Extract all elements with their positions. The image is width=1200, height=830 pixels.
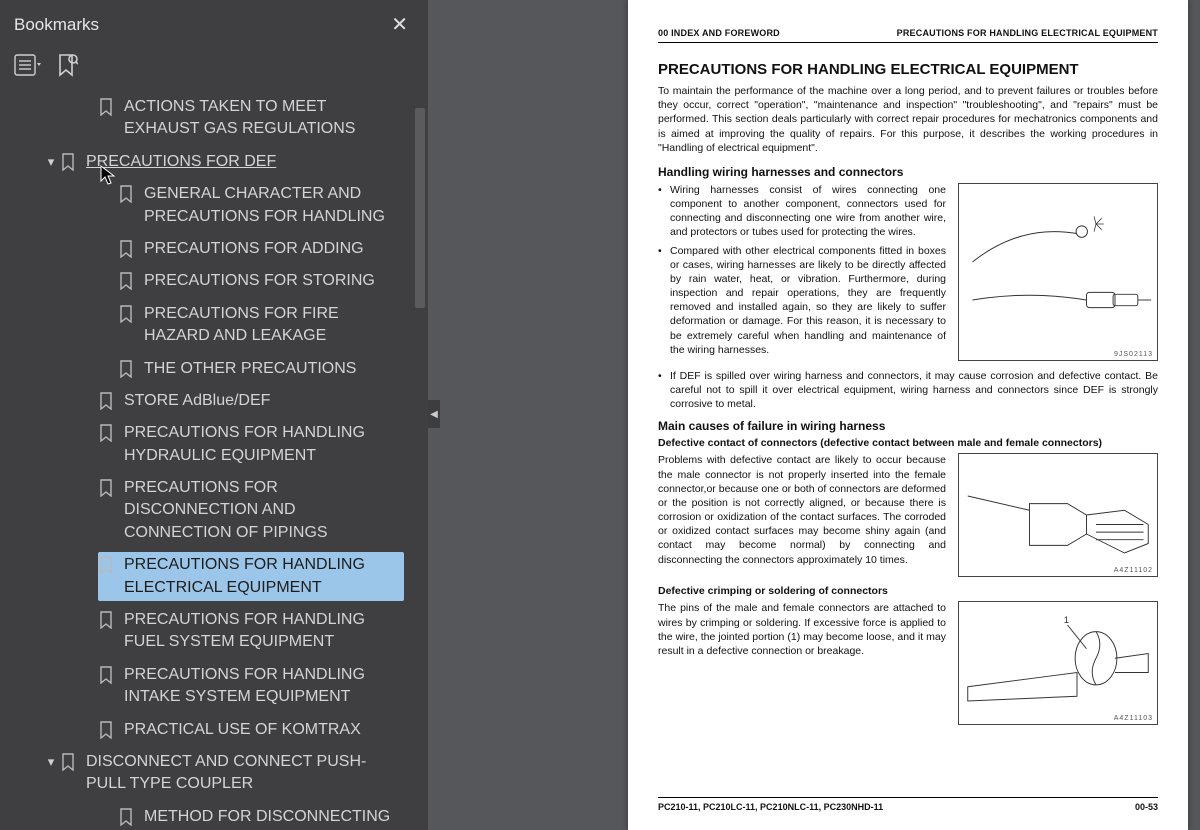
scrollbar-thumb[interactable]	[415, 108, 425, 308]
chevron-down-icon[interactable]: ▾	[42, 153, 60, 171]
bookmark-icon	[60, 753, 76, 773]
bookmark-item[interactable]: ▾ PRECAUTIONS FOR DEF	[0, 146, 428, 178]
collapse-sidebar-button[interactable]: ◀	[428, 400, 440, 428]
body-paragraph: Problems with defective contact are like…	[658, 453, 946, 577]
bookmark-icon	[98, 392, 114, 412]
bookmark-icon	[98, 666, 114, 686]
find-bookmark-icon[interactable]	[56, 53, 78, 77]
bookmark-item[interactable]: PRECAUTIONS FOR HANDLING INTAKE SYSTEM E…	[0, 659, 428, 714]
figure-crimp-icon: 1 A4Z11103	[958, 601, 1158, 725]
bookmark-item[interactable]: PRECAUTIONS FOR HANDLING HYDRAULIC EQUIP…	[0, 417, 428, 472]
bookmark-item[interactable]: PRECAUTIONS FOR STORING	[0, 265, 428, 297]
bookmark-icon	[98, 479, 114, 499]
bookmark-label: PRACTICAL USE OF KOMTRAX	[124, 719, 400, 741]
bookmark-item[interactable]: METHOD FOR DISCONNECTING AND CONNECTING …	[0, 801, 428, 830]
close-icon[interactable]: ✕	[385, 10, 414, 39]
figure-number: A4Z11103	[1114, 715, 1153, 722]
bookmarks-header: Bookmarks ✕	[0, 0, 428, 49]
bookmark-icon	[98, 424, 114, 444]
page-header: 00 INDEX AND FOREWORD PRECAUTIONS FOR HA…	[658, 28, 1158, 43]
bookmark-item[interactable]: STORE AdBlue/DEF	[0, 385, 428, 417]
bookmark-label: PRECAUTIONS FOR DEF	[86, 151, 400, 173]
bookmark-label: PRECAUTIONS FOR HANDLING HYDRAULIC EQUIP…	[124, 422, 400, 467]
bookmark-item[interactable]: ACTIONS TAKEN TO MEET EXHAUST GAS REGULA…	[0, 91, 428, 146]
bookmark-label: THE OTHER PRECAUTIONS	[144, 358, 400, 380]
bullet-item: Wiring harnesses consist of wires connec…	[658, 183, 946, 240]
bookmark-icon	[118, 240, 134, 260]
bookmark-item[interactable]: GENERAL CHARACTER AND PRECAUTIONS FOR HA…	[0, 178, 428, 233]
bookmark-icon	[118, 185, 134, 205]
bookmark-icon	[98, 611, 114, 631]
bullet-item: If DEF is spilled over wiring harness an…	[658, 369, 1158, 412]
page-title: PRECAUTIONS FOR HANDLING ELECTRICAL EQUI…	[658, 61, 1158, 78]
bookmark-icon	[98, 98, 114, 118]
bookmark-label: PRECAUTIONS FOR STORING	[144, 270, 400, 292]
bookmark-label: PRECAUTIONS FOR FIRE HAZARD AND LEAKAGE	[144, 303, 400, 348]
bookmark-label: PRECAUTIONS FOR ADDING	[144, 238, 400, 260]
chevron-down-icon[interactable]: ▾	[42, 753, 60, 771]
bookmark-label: METHOD FOR DISCONNECTING AND CONNECTING …	[144, 806, 400, 830]
bookmark-item[interactable]: PRECAUTIONS FOR HANDLING FUEL SYSTEM EQU…	[0, 604, 428, 659]
bookmarks-title: Bookmarks	[14, 15, 99, 35]
bullet-item: Compared with other electrical component…	[658, 244, 946, 357]
bookmark-icon	[98, 721, 114, 741]
section-heading: Main causes of failure in wiring harness	[658, 419, 1158, 433]
bookmarks-panel: Bookmarks ✕ ACTIONS TAKEN TO MEET EXHAUS…	[0, 0, 428, 830]
bookmark-icon	[118, 305, 134, 325]
bookmark-item[interactable]: ▾ DISCONNECT AND CONNECT PUSH-PULL TYPE C…	[0, 746, 428, 801]
bookmark-label: ACTIONS TAKEN TO MEET EXHAUST GAS REGULA…	[124, 96, 400, 141]
bookmark-item[interactable]: PRECAUTIONS FOR FIRE HAZARD AND LEAKAGE	[0, 298, 428, 353]
footer-page-number: 00-53	[1135, 802, 1158, 812]
footer-models: PC210-11, PC210LC-11, PC210NLC-11, PC230…	[658, 802, 883, 812]
bookmark-label: STORE AdBlue/DEF	[124, 390, 400, 412]
bookmark-item[interactable]: PRECAUTIONS FOR ADDING	[0, 233, 428, 265]
figure-number: A4Z11102	[1114, 567, 1153, 574]
bookmark-label: PRECAUTIONS FOR HANDLING INTAKE SYSTEM E…	[124, 664, 400, 709]
bookmark-label: DISCONNECT AND CONNECT PUSH-PULL TYPE CO…	[86, 751, 400, 796]
subsection-heading: Defective contact of connectors (defecti…	[658, 437, 1158, 449]
bookmarks-toolbar	[0, 49, 428, 87]
header-section: 00 INDEX AND FOREWORD	[658, 28, 780, 38]
bookmarks-tree[interactable]: ACTIONS TAKEN TO MEET EXHAUST GAS REGULA…	[0, 87, 428, 830]
bookmarks-scrollbar[interactable]	[410, 100, 428, 830]
bookmark-item[interactable]: PRACTICAL USE OF KOMTRAX	[0, 714, 428, 746]
header-topic: PRECAUTIONS FOR HANDLING ELECTRICAL EQUI…	[897, 28, 1158, 38]
bookmark-item[interactable]: PRECAUTIONS FOR HANDLING ELECTRICAL EQUI…	[0, 549, 428, 604]
figure-harness-icon: 9JS02113	[958, 183, 1158, 361]
page-footer: PC210-11, PC210LC-11, PC210NLC-11, PC230…	[658, 797, 1158, 812]
bookmark-icon	[60, 153, 76, 173]
bookmark-label: PRECAUTIONS FOR HANDLING FUEL SYSTEM EQU…	[124, 609, 400, 654]
bookmark-item[interactable]: PRECAUTIONS FOR DISCONNECTION AND CONNEC…	[0, 472, 428, 549]
body-paragraph: The pins of the male and female connecto…	[658, 601, 946, 725]
figure-number: 9JS02113	[1114, 351, 1153, 358]
bookmark-label: PRECAUTIONS FOR DISCONNECTION AND CONNEC…	[124, 477, 400, 544]
bookmark-icon	[98, 556, 114, 576]
bookmark-icon	[118, 360, 134, 380]
options-menu-icon[interactable]	[14, 54, 42, 76]
bookmark-icon	[118, 808, 134, 828]
figure-connector-icon: A4Z11102	[958, 453, 1158, 577]
bookmark-icon	[118, 272, 134, 292]
subsection-heading: Defective crimping or soldering of conne…	[658, 585, 1158, 597]
bookmark-item[interactable]: THE OTHER PRECAUTIONS	[0, 353, 428, 385]
pdf-page: 00 INDEX AND FOREWORD PRECAUTIONS FOR HA…	[628, 0, 1188, 830]
document-viewer[interactable]: ◀ 00 INDEX AND FOREWORD PRECAUTIONS FOR …	[428, 0, 1200, 830]
svg-text:1: 1	[1064, 616, 1069, 627]
intro-paragraph: To maintain the performance of the machi…	[658, 84, 1158, 155]
bookmark-label: GENERAL CHARACTER AND PRECAUTIONS FOR HA…	[144, 183, 400, 228]
section-heading: Handling wiring harnesses and connectors	[658, 165, 1158, 179]
bookmark-label: PRECAUTIONS FOR HANDLING ELECTRICAL EQUI…	[124, 554, 400, 599]
